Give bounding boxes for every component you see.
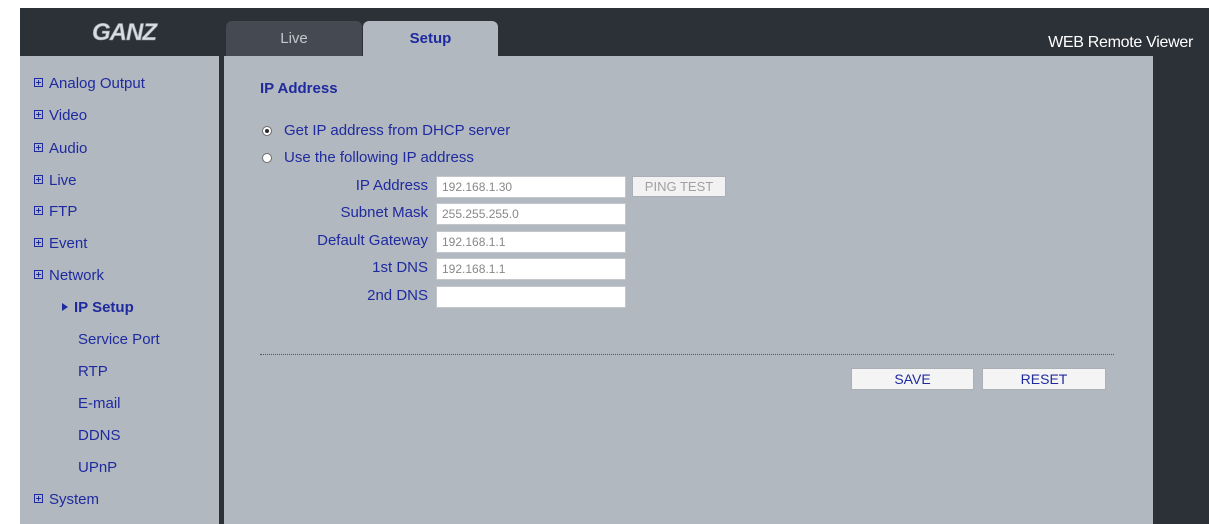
sidebar-subitem-email[interactable]: E-mail [78, 395, 121, 412]
brand-title: WEB Remote Viewer [1048, 34, 1193, 51]
ping-test-button[interactable]: PING TEST [632, 176, 726, 197]
header: GANZ Live Setup WEB Remote Viewer [20, 8, 1209, 56]
sidebar-item-label: Network [49, 267, 105, 284]
dns1-input[interactable] [436, 258, 626, 280]
subnet-mask-input[interactable] [436, 203, 626, 225]
tab-live[interactable]: Live [226, 21, 362, 56]
sidebar-item-label: FTP [49, 203, 78, 220]
save-button[interactable]: SAVE [851, 368, 974, 390]
sidebar-item-label: Audio [49, 140, 88, 157]
sidebar-item-video[interactable]: Video [34, 107, 87, 124]
sidebar-item-label: Event [49, 235, 88, 252]
reset-button[interactable]: RESET [982, 368, 1106, 390]
expand-icon [34, 269, 43, 279]
expand-icon [34, 77, 43, 87]
ganz-logo: GANZ [92, 20, 160, 44]
sidebar-subitem-ddns[interactable]: DDNS [78, 427, 121, 444]
expand-icon [34, 205, 43, 215]
static-ip-radio-label: Use the following IP address [284, 149, 474, 166]
dhcp-radio-option[interactable]: Get IP address from DHCP server [262, 122, 510, 139]
subnet-mask-label: Subnet Mask [340, 204, 428, 221]
expand-icon [34, 237, 43, 247]
tab-setup[interactable]: Setup [363, 21, 498, 56]
sidebar-item-event[interactable]: Event [34, 235, 87, 252]
sidebar-item-label: Analog Output [49, 75, 145, 92]
divider [260, 354, 1114, 355]
sidebar-item-label: Live [49, 172, 77, 189]
section-title: IP Address [260, 80, 338, 97]
sidebar-item-ftp[interactable]: FTP [34, 203, 77, 220]
sidebar-subitem-label: IP Setup [74, 299, 134, 316]
sidebar-subitem-rtp[interactable]: RTP [78, 363, 108, 380]
arrow-right-icon [62, 303, 68, 312]
static-ip-radio-option[interactable]: Use the following IP address [262, 149, 474, 166]
expand-icon [34, 142, 43, 152]
sidebar-item-label: Video [49, 107, 88, 124]
dns2-input[interactable] [436, 286, 626, 308]
sidebar-item-system[interactable]: System [34, 491, 99, 508]
dns1-label: 1st DNS [372, 259, 428, 276]
sidebar: Analog Output Video Audio Live FTP Event… [20, 56, 219, 524]
sidebar-item-analog-output[interactable]: Analog Output [34, 75, 145, 92]
ip-address-label: IP Address [355, 177, 428, 194]
expand-icon [34, 109, 43, 119]
sidebar-item-live[interactable]: Live [34, 172, 77, 189]
radio-button-unchecked[interactable] [262, 152, 272, 163]
sidebar-item-audio[interactable]: Audio [34, 140, 87, 157]
svg-text:GANZ: GANZ [92, 20, 158, 44]
ip-address-input[interactable] [436, 176, 626, 198]
main-content: IP Address Get IP address from DHCP serv… [224, 56, 1153, 524]
sidebar-item-label: System [49, 491, 100, 508]
default-gateway-input[interactable] [436, 231, 626, 253]
expand-icon [34, 493, 43, 503]
dhcp-radio-label: Get IP address from DHCP server [284, 122, 511, 139]
sidebar-subitem-ip-setup[interactable]: IP Setup [62, 299, 134, 316]
sidebar-subitem-upnp[interactable]: UPnP [78, 459, 117, 476]
dns2-label: 2nd DNS [367, 287, 428, 304]
sidebar-subitem-service-port[interactable]: Service Port [78, 331, 160, 348]
radio-button-checked[interactable] [262, 125, 272, 136]
default-gateway-label: Default Gateway [317, 232, 428, 249]
sidebar-item-network[interactable]: Network [34, 267, 104, 284]
expand-icon [34, 174, 43, 184]
